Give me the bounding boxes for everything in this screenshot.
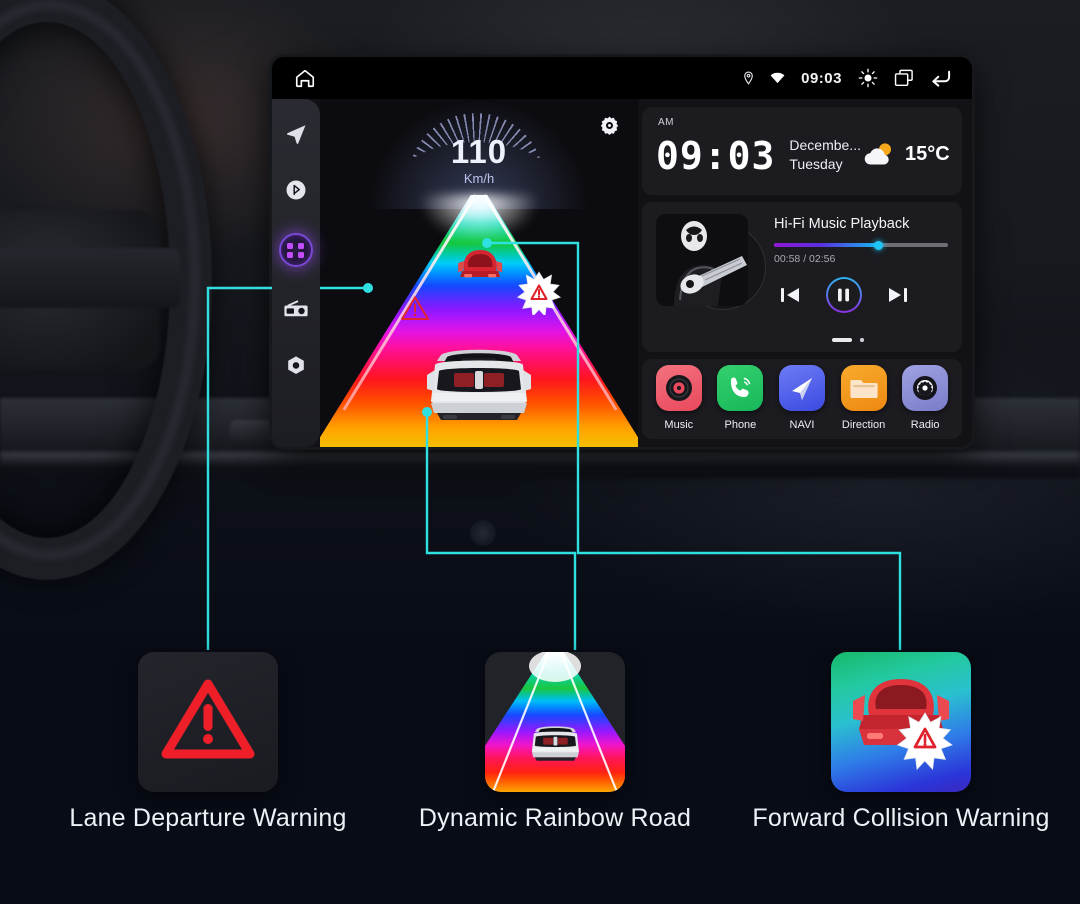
previous-track-icon[interactable] bbox=[780, 286, 800, 304]
volume-dot bbox=[860, 338, 864, 342]
feature-thumbnail bbox=[138, 652, 278, 792]
temperature-value: 15°C bbox=[904, 142, 950, 165]
app-label: Music bbox=[664, 419, 694, 431]
feature-caption: Lane Departure Warning bbox=[69, 804, 347, 832]
feature-caption: Forward Collision Warning bbox=[752, 804, 1050, 832]
screen-body: 110 Km/h AM 09:03 Decembe... Tuesday 15°… bbox=[272, 99, 972, 447]
album-art bbox=[656, 214, 748, 306]
rainbow-road bbox=[320, 99, 638, 447]
right-widget-column: AM 09:03 Decembe... Tuesday 15°C Hi-Fi M… bbox=[638, 99, 972, 447]
music-time: 00:58 / 02:56 bbox=[774, 253, 836, 265]
music-details: Hi-Fi Music Playback 00:58 / 02:56 bbox=[774, 214, 948, 342]
red-car-collision-icon bbox=[839, 665, 963, 780]
road-horizon-glow bbox=[419, 195, 539, 241]
pause-icon bbox=[827, 278, 861, 312]
home-icon[interactable] bbox=[294, 67, 316, 89]
radio-dial-icon bbox=[902, 365, 949, 411]
sidebar-item-apps[interactable] bbox=[279, 233, 313, 267]
left-sidebar bbox=[272, 99, 320, 447]
status-bar: 09:03 bbox=[272, 57, 972, 99]
pause-button[interactable] bbox=[826, 277, 862, 313]
app-direction[interactable]: Direction bbox=[836, 365, 892, 433]
lead-car bbox=[451, 241, 509, 285]
app-label: Direction bbox=[841, 419, 886, 431]
next-track-icon[interactable] bbox=[888, 286, 908, 304]
car-head-unit: 09:03 110 Km/h AM 09:03 Decembe... Tuesd… bbox=[272, 57, 972, 447]
music-player-widget[interactable]: Hi-Fi Music Playback 00:58 / 02:56 bbox=[642, 202, 962, 352]
album-art-block bbox=[656, 214, 766, 318]
ampm-label: AM bbox=[658, 117, 674, 128]
folder-icon bbox=[840, 365, 887, 411]
app-label: NAVI bbox=[789, 419, 815, 431]
sidebar-item-navigation[interactable] bbox=[283, 121, 309, 147]
clock-weather-widget[interactable]: AM 09:03 Decembe... Tuesday 15°C bbox=[642, 107, 962, 195]
screenshot-root: 09:03 110 Km/h AM 09:03 Decembe... Tuesd… bbox=[0, 0, 1080, 904]
weather-block: 15°C bbox=[861, 140, 950, 168]
phone-handset-icon bbox=[717, 365, 764, 411]
wifi-icon bbox=[770, 72, 785, 84]
recents-icon[interactable] bbox=[894, 69, 914, 87]
app-phone[interactable]: Phone bbox=[712, 365, 768, 433]
feature-caption: Dynamic Rainbow Road bbox=[418, 804, 692, 832]
music-controls bbox=[774, 277, 948, 313]
volume-indicator[interactable] bbox=[832, 338, 864, 342]
date-weekday: Tuesday bbox=[789, 156, 843, 172]
date-block: Decembe... Tuesday bbox=[789, 136, 861, 174]
feature-forward-collision[interactable]: Forward Collision Warning bbox=[752, 652, 1049, 832]
back-icon[interactable] bbox=[930, 69, 952, 87]
app-shortcut-bar: Music Phone NAVI Direction Radio bbox=[642, 359, 962, 439]
sidebar-item-bluetooth[interactable] bbox=[283, 177, 309, 203]
brightness-icon[interactable] bbox=[858, 68, 878, 88]
feature-thumbnail bbox=[485, 652, 625, 792]
music-progress-knob[interactable] bbox=[873, 240, 883, 250]
music-progress-bar[interactable] bbox=[774, 240, 948, 250]
music-progress-fill bbox=[774, 243, 879, 247]
feature-lane-departure[interactable]: Lane Departure Warning bbox=[69, 652, 346, 832]
partly-cloudy-icon bbox=[861, 140, 897, 168]
steering-wheel-spoke bbox=[0, 248, 180, 308]
sidebar-item-settings[interactable] bbox=[283, 353, 309, 379]
collision-burst-icon bbox=[516, 271, 562, 318]
app-label: Radio bbox=[910, 419, 940, 431]
date-month: Decembe... bbox=[789, 137, 861, 154]
music-title: Hi-Fi Music Playback bbox=[774, 216, 910, 232]
app-music[interactable]: Music bbox=[651, 365, 707, 433]
sidebar-item-radio[interactable] bbox=[283, 297, 309, 323]
vinyl-record-icon bbox=[655, 365, 702, 411]
ego-car bbox=[421, 345, 537, 427]
app-navi[interactable]: NAVI bbox=[774, 365, 830, 433]
lane-departure-warning-icon bbox=[400, 295, 430, 322]
status-bar-clock: 09:03 bbox=[801, 69, 842, 87]
app-radio[interactable]: Radio bbox=[897, 365, 953, 433]
volume-bar bbox=[832, 338, 852, 342]
driving-visualization-panel: 110 Km/h bbox=[320, 99, 638, 447]
red-warning-triangle-icon bbox=[160, 676, 256, 769]
clock-time: 09:03 bbox=[656, 134, 776, 178]
feature-thumbnail bbox=[831, 652, 971, 792]
app-label: Phone bbox=[724, 419, 757, 431]
dashboard-glow bbox=[470, 520, 496, 546]
feature-rainbow-road[interactable]: Dynamic Rainbow Road bbox=[419, 652, 691, 832]
paper-plane-icon bbox=[778, 365, 825, 411]
location-pin-icon bbox=[743, 71, 754, 85]
